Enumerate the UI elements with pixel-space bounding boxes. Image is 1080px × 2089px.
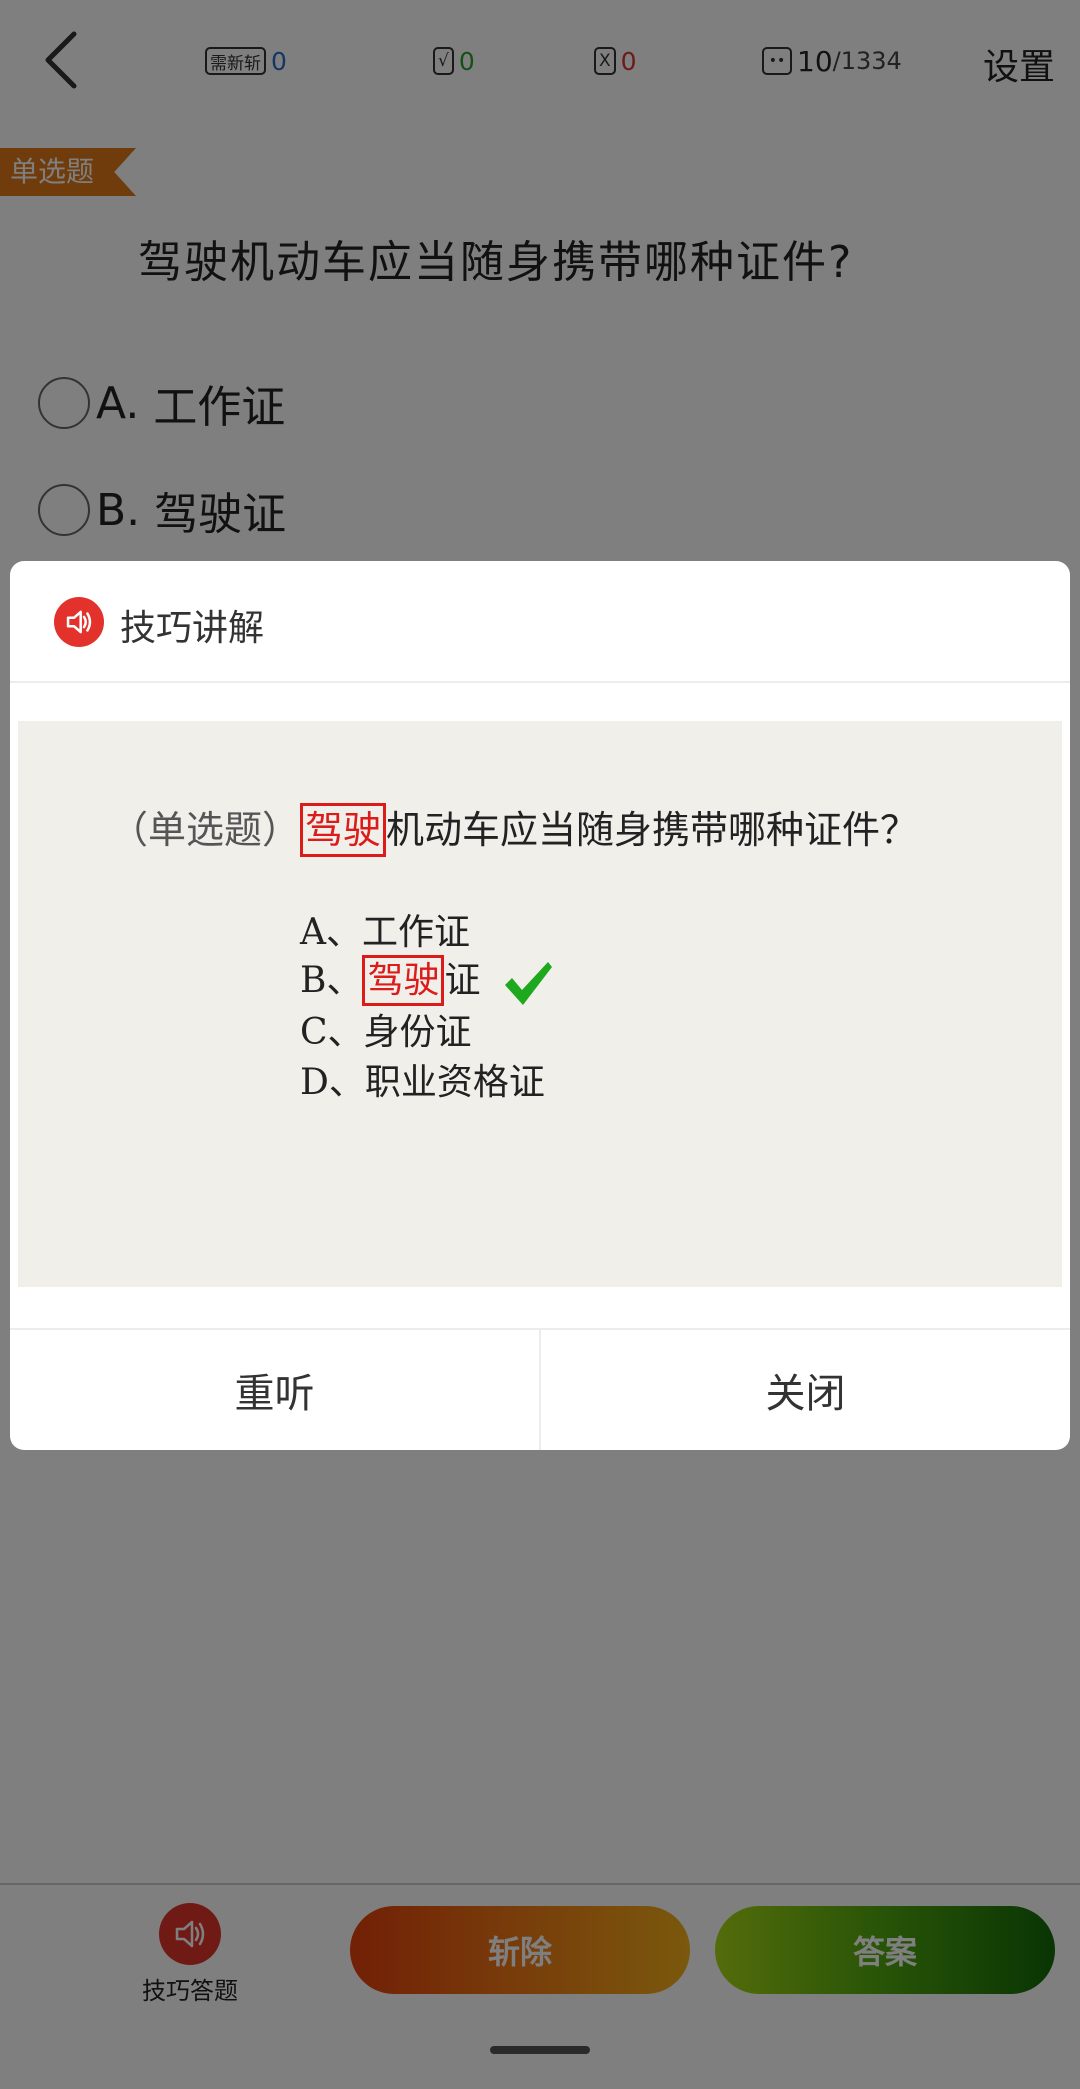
panel-option-a: A、工作证 (300, 903, 470, 955)
panel-option-c: C、身份证 (300, 1003, 472, 1055)
close-button[interactable]: 关闭 (539, 1330, 1070, 1450)
panel-question-type: （单选题） (110, 808, 301, 852)
panel-option-prefix: B、 (300, 960, 363, 1001)
dialog-footer: 重听 关闭 (10, 1328, 1070, 1450)
panel-option-prefix: D、 (300, 1062, 365, 1103)
replay-button[interactable]: 重听 (10, 1330, 539, 1450)
panel-option-text: 工作证 (362, 912, 471, 953)
panel-option-text: 职业资格证 (364, 1062, 545, 1103)
panel-option-b: B、 驾驶证 (300, 951, 554, 1007)
panel-option-prefix: A、 (300, 912, 362, 953)
tip-explanation-dialog: 技巧讲解 （单选题） 驾驶 机动车应当随身携带哪种证件？ A、工作证 B、 驾驶证 C… (10, 561, 1070, 1450)
checkmark-icon (504, 962, 552, 1005)
keyword-highlight: 驾驶 (362, 955, 445, 1006)
keyword-highlight: 驾驶 (300, 803, 387, 857)
panel-option-prefix: C、 (300, 1012, 364, 1053)
panel-option-text: 身份证 (363, 1012, 472, 1053)
dialog-header: 技巧讲解 (10, 561, 1070, 683)
panel-option-d: D、职业资格证 (300, 1053, 545, 1105)
panel-option-text: 证 (444, 960, 481, 1001)
panel-question: （单选题） 驾驶 机动车应当随身携带哪种证件？ (110, 799, 919, 857)
panel-question-rest: 机动车应当随身携带哪种证件？ (386, 808, 919, 852)
speaker-icon (54, 597, 104, 647)
dialog-title: 技巧讲解 (120, 608, 265, 649)
explanation-panel: （单选题） 驾驶 机动车应当随身携带哪种证件？ A、工作证 B、 驾驶证 C、身份证 … (18, 721, 1062, 1287)
